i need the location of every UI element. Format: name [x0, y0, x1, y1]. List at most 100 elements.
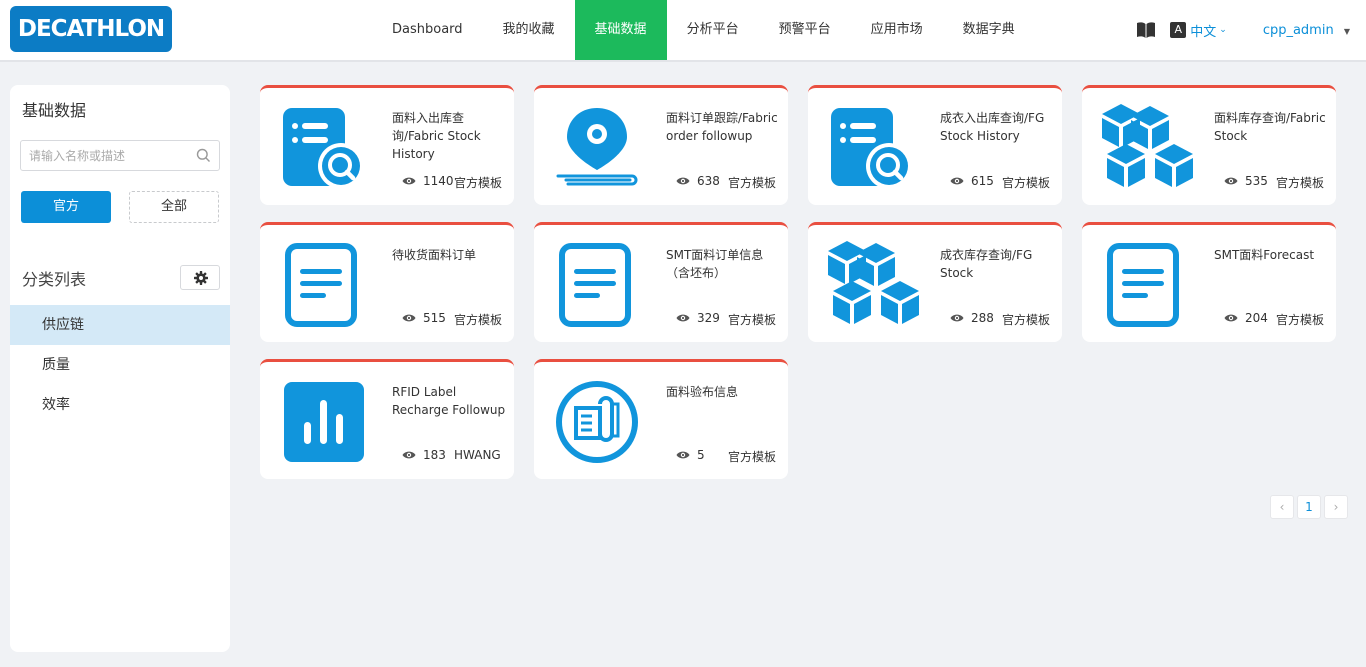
- card-tag: 官方模板: [1002, 313, 1051, 327]
- eye-icon: [1224, 177, 1238, 185]
- dataset-card[interactable]: 面料验布信息 5 官方模板: [534, 359, 788, 479]
- dataset-card[interactable]: 成衣入出库查询/FG Stock History 615 官方模板: [808, 85, 1062, 205]
- book-icon[interactable]: [1136, 20, 1156, 40]
- card-title: 面料库存查询/Fabric Stock: [1214, 111, 1326, 143]
- card-title: 面料订单跟踪/Fabric order followup: [666, 111, 778, 143]
- dataset-card[interactable]: SMT面料订单信息（含坯布） 329 官方模板: [534, 222, 788, 342]
- view-count: 535: [1224, 174, 1268, 188]
- filter-all-button[interactable]: 全部: [129, 191, 219, 223]
- nav-alert-platform[interactable]: 预警平台: [759, 0, 851, 60]
- eye-icon: [402, 177, 416, 185]
- view-count: 204: [1224, 311, 1268, 325]
- gear-icon: [194, 271, 208, 285]
- nav-data-dictionary[interactable]: 数据字典: [943, 0, 1035, 60]
- dataset-card[interactable]: 面料入出库查询/Fabric Stock History 1140 官方模板: [260, 85, 514, 205]
- card-title: 面料验布信息: [666, 385, 739, 399]
- view-count-value: 288: [971, 311, 994, 325]
- language-switcher[interactable]: A 中文 ⌄: [1170, 21, 1227, 40]
- language-label: 中文: [1190, 24, 1217, 40]
- translate-icon: A: [1170, 22, 1187, 38]
- view-count-value: 204: [1245, 311, 1268, 325]
- dataset-card[interactable]: 面料库存查询/Fabric Stock 535 官方模板: [1082, 85, 1336, 205]
- card-tag: 官方模板: [454, 176, 503, 190]
- search-list-icon: [280, 104, 366, 192]
- card-title: RFID Label Recharge Followup: [392, 385, 506, 417]
- search-list-icon: [828, 104, 914, 192]
- sidebar: 基础数据 官方 全部 分类列表 供应链 质量 效率: [10, 85, 230, 652]
- nav-analysis-platform[interactable]: 分析平台: [667, 0, 759, 60]
- view-count: 638: [676, 174, 720, 188]
- card-tag: 官方模板: [1276, 313, 1325, 327]
- view-count: 329: [676, 311, 720, 325]
- card-title: SMT面料订单信息（含坯布）: [666, 248, 764, 280]
- category-list-title: 分类列表: [22, 270, 87, 289]
- search-box: [20, 140, 220, 171]
- caret-down-icon: ▼: [1343, 26, 1350, 36]
- card-tag: 官方模板: [728, 313, 777, 327]
- username: cpp_admin: [1262, 22, 1334, 38]
- cubes-icon: [828, 241, 924, 329]
- search-icon[interactable]: [196, 148, 211, 163]
- top-header: DECATHLON Dashboard 我的收藏 基础数据 分析平台 预警平台 …: [0, 0, 1366, 62]
- eye-icon: [402, 314, 416, 322]
- page-1-button[interactable]: 1: [1297, 495, 1321, 519]
- view-count-value: 515: [423, 311, 446, 325]
- next-page-button[interactable]: ›: [1324, 495, 1348, 519]
- dataset-card[interactable]: SMT面料Forecast 204 官方模板: [1082, 222, 1336, 342]
- card-title: 待收货面料订单: [392, 248, 477, 262]
- document-icon: [554, 241, 640, 329]
- location-pin-icon: [554, 104, 640, 192]
- nav-basic-data[interactable]: 基础数据: [574, 0, 667, 60]
- view-count-value: 1140: [423, 174, 454, 188]
- view-count: 5: [676, 448, 705, 462]
- category-list: 供应链 质量 效率: [10, 305, 230, 425]
- chevron-down-icon: ⌄: [1219, 25, 1227, 35]
- category-item-supply-chain[interactable]: 供应链: [10, 305, 230, 345]
- card-title: 成衣入出库查询/FG Stock History: [940, 111, 1045, 143]
- view-count-value: 638: [697, 174, 720, 188]
- cubes-icon: [1102, 104, 1198, 192]
- view-count-value: 329: [697, 311, 720, 325]
- decathlon-logo[interactable]: DECATHLON: [10, 6, 172, 52]
- view-count: 515: [402, 311, 446, 325]
- card-tag: 官方模板: [454, 313, 503, 327]
- fabric-roll-icon: [554, 378, 640, 466]
- category-settings-button[interactable]: [180, 265, 220, 290]
- main-nav: Dashboard 我的收藏 基础数据 分析平台 预警平台 应用市场 数据字典: [372, 0, 1035, 60]
- view-count: 1140: [402, 174, 454, 188]
- view-count-value: 183: [423, 448, 446, 462]
- filter-official-button[interactable]: 官方: [21, 191, 111, 223]
- category-item-efficiency[interactable]: 效率: [10, 385, 230, 425]
- view-count-value: 5: [697, 448, 705, 462]
- card-title: 面料入出库查询/Fabric Stock History: [392, 111, 481, 161]
- nav-dashboard[interactable]: Dashboard: [372, 0, 483, 60]
- card-tag: 官方模板: [728, 450, 777, 464]
- eye-icon: [676, 451, 690, 459]
- dataset-card[interactable]: 待收货面料订单 515 官方模板: [260, 222, 514, 342]
- view-count: 183: [402, 448, 446, 462]
- dataset-card[interactable]: RFID Label Recharge Followup 183 HWANG: [260, 359, 514, 479]
- search-input[interactable]: [21, 141, 191, 170]
- card-tag: 官方模板: [1276, 176, 1325, 190]
- header-right: A 中文 ⌄ cpp_admin ▼: [1136, 0, 1350, 60]
- card-tag: 官方模板: [728, 176, 777, 190]
- eye-icon: [950, 177, 964, 185]
- nav-app-market[interactable]: 应用市场: [851, 0, 943, 60]
- eye-icon: [402, 451, 416, 459]
- pagination: ‹ 1 ›: [1267, 495, 1348, 519]
- nav-favorites[interactable]: 我的收藏: [483, 0, 575, 60]
- card-title: 成衣库存查询/FG Stock: [940, 248, 1033, 280]
- document-icon: [1102, 241, 1188, 329]
- card-tag: 官方模板: [1002, 176, 1051, 190]
- prev-page-button[interactable]: ‹: [1270, 495, 1294, 519]
- dataset-card[interactable]: 成衣库存查询/FG Stock 288 官方模板: [808, 222, 1062, 342]
- sidebar-title: 基础数据: [22, 101, 87, 120]
- document-icon: [280, 241, 366, 329]
- dataset-card[interactable]: 面料订单跟踪/Fabric order followup 638 官方模板: [534, 85, 788, 205]
- view-count: 288: [950, 311, 994, 325]
- eye-icon: [676, 314, 690, 322]
- eye-icon: [950, 314, 964, 322]
- user-menu[interactable]: cpp_admin ▼: [1263, 23, 1350, 38]
- category-item-quality[interactable]: 质量: [10, 345, 230, 385]
- view-count-value: 535: [1245, 174, 1268, 188]
